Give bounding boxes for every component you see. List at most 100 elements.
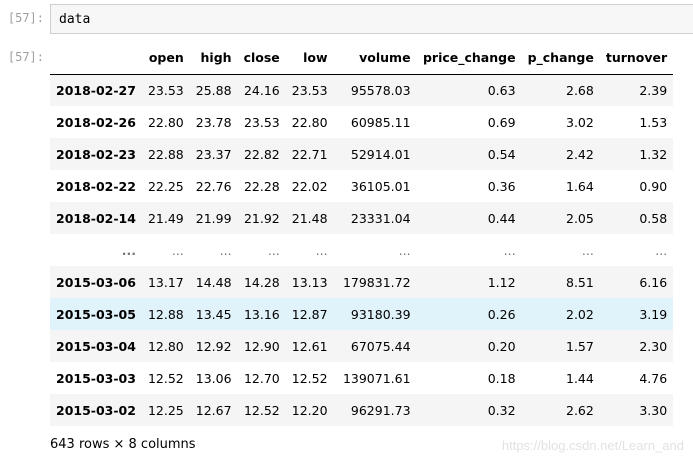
cell-high: 21.99 [195, 210, 232, 226]
cell-high: 23.37 [195, 146, 232, 162]
index-header [50, 42, 142, 75]
ellipsis-row: ........................... [50, 234, 673, 266]
cell-close: 22.82 [243, 146, 280, 162]
table-row: 2018-02-27 23.53 25.88 24.16 23.53 95578.03 0.… [50, 74, 674, 106]
row-index: 2018-02-14 [56, 210, 136, 226]
table-row: 2015-03-05 12.88 13.45 13.16 12.87 93180.39 0.… [50, 298, 674, 330]
column-header-volume: volume [333, 42, 417, 75]
watermark-text: https://blog.csdn.net/Learn_and [501, 438, 684, 453]
table-row: 2018-02-26 22.80 23.78 23.53 22.80 60985.11 0.… [50, 106, 673, 138]
cell-low: 13.13 [291, 274, 328, 290]
cell-turnover: ... [655, 242, 668, 258]
cell-low: 22.02 [291, 178, 328, 194]
cell-price-change: ... [503, 242, 516, 258]
cell-price-change: 0.44 [487, 210, 516, 226]
column-header-high: high [189, 42, 238, 75]
cell-price-change: 0.36 [487, 178, 516, 194]
cell-p-change: 2.05 [566, 210, 594, 226]
cell-volume: 96291.73 [350, 402, 411, 418]
cell-price-change: 0.26 [487, 306, 516, 322]
column-header-price-change: price_change [416, 42, 522, 75]
cell-open: 22.80 [147, 114, 184, 130]
cell-turnover: 2.30 [639, 338, 668, 354]
cell-price-change: 0.20 [487, 338, 516, 354]
cell-close: ... [267, 242, 280, 258]
cell-open: 21.49 [147, 210, 184, 226]
cell-volume: 60985.11 [350, 114, 411, 130]
cell-high: 25.88 [195, 82, 232, 98]
code-input-cell[interactable]: data [50, 4, 693, 34]
cell-volume: 139071.61 [342, 370, 411, 386]
cell-price-change: 1.12 [487, 274, 516, 290]
cell-volume: 93180.39 [350, 306, 411, 322]
cell-turnover: 3.30 [639, 402, 668, 418]
cell-open: 23.53 [147, 82, 184, 98]
cell-price-change: 0.32 [487, 402, 516, 418]
cell-close: 21.92 [243, 210, 280, 226]
cell-p-change: 1.57 [566, 338, 594, 354]
cell-turnover: 4.76 [639, 370, 668, 386]
cell-price-change: 0.69 [487, 114, 516, 130]
cell-high: ... [219, 242, 232, 258]
table-row: 2015-03-02 12.25 12.67 12.52 12.20 96291.73 0.… [50, 394, 674, 426]
cell-volume: 95578.03 [350, 82, 411, 98]
cell-low: ... [315, 242, 328, 258]
cell-open: 22.88 [147, 146, 184, 162]
row-index: 2018-02-26 [56, 114, 136, 130]
column-header-p-change: p_change [521, 42, 600, 75]
cell-low: 12.61 [291, 338, 328, 354]
cell-turnover: 1.32 [639, 146, 668, 162]
code-text: data [59, 12, 91, 27]
cell-high: 12.92 [195, 338, 232, 354]
table-row: 2015-03-04 12.80 12.92 12.90 12.61 67075.44 0.… [50, 330, 674, 362]
cell-high: 14.48 [195, 274, 232, 290]
column-header-close: close [237, 42, 286, 75]
cell-volume: 179831.72 [342, 274, 411, 290]
cell-open: 12.80 [147, 338, 184, 354]
cell-close: 12.52 [243, 402, 280, 418]
table-row: 2015-03-03 12.52 13.06 12.70 12.52 139071.61 0… [50, 362, 673, 394]
cell-low: 12.52 [291, 370, 328, 386]
table-row: 2018-02-22 22.25 22.76 22.28 22.02 36105.01 0.… [50, 170, 673, 202]
row-index: 2015-03-03 [56, 370, 136, 386]
cell-low: 22.71 [291, 146, 328, 162]
cell-close: 23.53 [243, 114, 280, 130]
cell-price-change: 0.18 [487, 370, 516, 386]
row-index: 2015-03-04 [56, 338, 136, 354]
cell-p-change: 2.02 [566, 306, 594, 322]
cell-low: 22.80 [291, 114, 328, 130]
column-header-turnover: turnover [599, 42, 674, 75]
cell-p-change: ... [581, 242, 594, 258]
cell-volume: 36105.01 [350, 178, 411, 194]
cell-volume: 23331.04 [350, 210, 411, 226]
cell-low: 12.87 [291, 306, 328, 322]
row-index: 2018-02-27 [56, 82, 136, 98]
row-index: 2018-02-23 [56, 146, 136, 162]
cell-high: 23.78 [195, 114, 232, 130]
cell-close: 22.28 [243, 178, 280, 194]
row-index: 2015-03-05 [56, 306, 136, 322]
cell-close: 12.90 [243, 338, 280, 354]
cell-volume: 52914.01 [350, 146, 411, 162]
cell-price-change: 0.63 [487, 82, 516, 98]
cell-open: 22.25 [147, 178, 184, 194]
cell-p-change: 2.42 [566, 146, 594, 162]
row-index: 2015-03-06 [56, 274, 136, 290]
table-row: 2015-03-06 13.17 14.48 14.28 13.13 179831.72 1… [50, 266, 674, 298]
output-prompt: [57]: [7, 50, 44, 64]
cell-close: 24.16 [243, 82, 280, 98]
cell-p-change: 2.62 [566, 402, 594, 418]
cell-p-change: 8.51 [566, 274, 594, 290]
cell-turnover: 3.19 [639, 306, 668, 322]
table-row: 2018-02-23 22.88 23.37 22.82 22.71 52914.01 0.… [50, 138, 674, 170]
cell-turnover: 6.16 [639, 274, 668, 290]
cell-turnover: 0.58 [639, 210, 668, 226]
cell-open: 12.25 [147, 402, 184, 418]
table-row: 2018-02-14 21.49 21.99 21.92 21.48 23331.04 0.… [50, 202, 674, 234]
row-index: 2018-02-22 [56, 178, 136, 194]
cell-close: 12.70 [243, 370, 280, 386]
shape-summary: 643 rows × 8 columns [50, 437, 196, 452]
column-header-low: low [285, 42, 334, 75]
cell-high: 13.45 [195, 306, 232, 322]
cell-volume: 67075.44 [350, 338, 411, 354]
